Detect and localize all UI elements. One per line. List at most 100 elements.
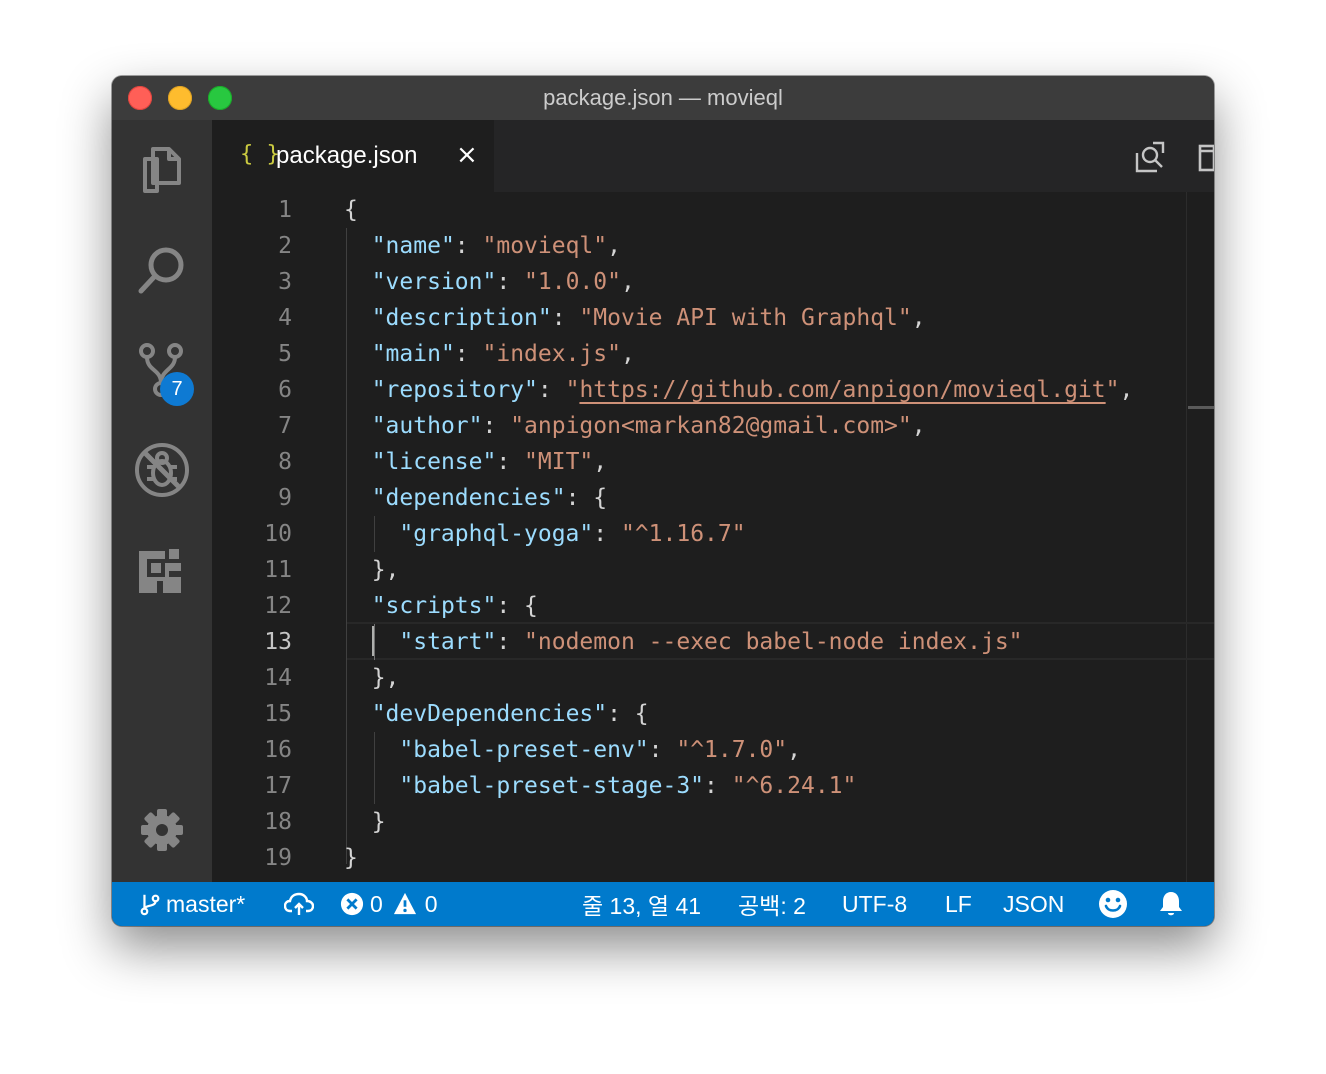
code-editor[interactable]: 1{2 "name": "movieql", 3 "version": "1.0.… [212, 192, 1214, 882]
line-content: "devDependencies": { [344, 696, 649, 732]
code-line[interactable]: 17 "babel-preset-stage-3": "^6.24.1" [212, 768, 1214, 804]
eol-setting[interactable]: LF [945, 882, 972, 926]
line-number: 12 [264, 593, 292, 619]
code-line[interactable]: 19} [212, 840, 1214, 876]
search-icon [138, 247, 184, 294]
line-content: "babel-preset-stage-3": "^6.24.1" [344, 768, 856, 804]
code-line[interactable]: 9 "dependencies": { [212, 480, 1214, 516]
close-window-button[interactable] [128, 86, 152, 110]
json-punctuation: { [344, 197, 358, 223]
branch-indicator[interactable]: master* [138, 882, 245, 926]
json-file-icon: { } [240, 142, 280, 167]
notifications-button[interactable] [1158, 882, 1184, 926]
code-line[interactable]: 18 } [212, 804, 1214, 840]
json-punctuation: : { [565, 485, 608, 511]
tab-package-json[interactable]: { } package.json × [212, 120, 494, 192]
json-punctuation [344, 593, 372, 619]
open-preview-icon [1135, 141, 1165, 173]
open-preview-button[interactable] [1132, 140, 1168, 176]
activity-debug[interactable] [132, 440, 192, 500]
line-content: "main": "index.js", [344, 336, 635, 372]
activity-settings[interactable] [132, 800, 192, 860]
json-key: "dependencies" [371, 485, 566, 511]
json-punctuation: , [787, 737, 801, 763]
code-line[interactable]: 14 }, [212, 660, 1214, 696]
source-control-badge: 7 [160, 372, 194, 406]
json-punctuation [344, 233, 372, 259]
encoding-setting[interactable]: UTF-8 [842, 882, 907, 926]
line-content: "scripts": { [344, 588, 538, 624]
split-editor-button[interactable] [1196, 140, 1214, 176]
problems-indicator[interactable]: 0 0 [340, 882, 438, 926]
sync-button[interactable] [284, 882, 314, 926]
maximize-window-button[interactable] [208, 86, 232, 110]
json-punctuation [344, 341, 372, 367]
code-line[interactable]: 5 "main": "index.js", [212, 336, 1214, 372]
code-line[interactable]: 16 "babel-preset-env": "^1.7.0", [212, 732, 1214, 768]
line-number: 4 [278, 305, 292, 331]
warning-icon [393, 892, 416, 915]
editor-tabs: { } package.json × [212, 120, 1214, 192]
code-line[interactable]: 6 "repository": "https://github.com/anpi… [212, 372, 1214, 408]
json-string: " [1105, 377, 1120, 403]
line-number: 3 [278, 269, 292, 295]
code-line[interactable]: 1{ [212, 192, 1214, 228]
json-punctuation [344, 377, 372, 403]
line-number: 11 [264, 557, 292, 583]
cursor-position[interactable]: 줄 13, 열 41 [582, 882, 701, 926]
line-number: 2 [278, 233, 292, 259]
json-punctuation: , [593, 449, 608, 475]
line-number: 8 [278, 449, 292, 475]
json-punctuation [344, 485, 372, 511]
line-content: }, [344, 660, 400, 696]
code-line[interactable]: 13 "start": "nodemon --exec babel-node i… [212, 624, 1214, 660]
indentation-setting[interactable]: 공백: 2 [738, 882, 806, 926]
json-punctuation: , [1119, 377, 1134, 403]
line-content: "repository": "https://github.com/anpigo… [344, 372, 1134, 408]
json-punctuation: , [620, 269, 635, 295]
json-punctuation [344, 701, 372, 727]
json-punctuation: } [344, 845, 358, 871]
close-icon[interactable]: × [456, 140, 478, 170]
json-punctuation [344, 269, 372, 295]
activity-search[interactable] [132, 240, 192, 300]
line-number: 13 [264, 629, 292, 655]
json-punctuation [344, 413, 372, 439]
json-key: "repository" [371, 377, 538, 403]
json-punctuation: , [607, 233, 621, 259]
line-number: 6 [278, 377, 292, 403]
feedback-button[interactable] [1098, 882, 1128, 926]
json-key: "name" [371, 233, 455, 259]
line-number: 1 [278, 197, 292, 223]
code-line[interactable]: 15 "devDependencies": { [212, 696, 1214, 732]
json-string: "movieql" [482, 233, 608, 259]
json-string: "^1.16.7" [620, 521, 746, 547]
code-line[interactable]: 4 "description": "Movie API with Graphql… [212, 300, 1214, 336]
debug-disabled-icon [135, 443, 189, 497]
line-content: "start": "nodemon --exec babel-node inde… [344, 624, 1022, 660]
code-line[interactable]: 2 "name": "movieql", [212, 228, 1214, 264]
line-number: 5 [278, 341, 292, 367]
json-punctuation [344, 737, 399, 763]
json-string: https://github.com/anpigon/movieql.git [579, 377, 1106, 403]
json-punctuation: : [454, 341, 483, 367]
bell-icon [1160, 892, 1182, 916]
code-line[interactable]: 12 "scripts": { [212, 588, 1214, 624]
activity-explorer[interactable] [132, 140, 192, 200]
activity-extensions[interactable] [132, 540, 192, 600]
json-key: "graphql-yoga" [399, 521, 594, 547]
minimize-window-button[interactable] [168, 86, 192, 110]
line-content: { [344, 192, 358, 228]
code-line[interactable]: 3 "version": "1.0.0", [212, 264, 1214, 300]
code-line[interactable]: 8 "license": "MIT", [212, 444, 1214, 480]
json-punctuation: , [620, 341, 635, 367]
json-punctuation: : [551, 305, 580, 331]
code-line[interactable]: 10 "graphql-yoga": "^1.16.7" [212, 516, 1214, 552]
language-mode[interactable]: JSON [1003, 882, 1064, 926]
cloud-upload-icon [284, 892, 314, 915]
code-line[interactable]: 11 }, [212, 552, 1214, 588]
line-number: 17 [264, 773, 292, 799]
branch-name: master* [166, 890, 246, 917]
json-key: "description" [371, 305, 552, 331]
code-line[interactable]: 7 "author": "anpigon<markan82@gmail.com>… [212, 408, 1214, 444]
